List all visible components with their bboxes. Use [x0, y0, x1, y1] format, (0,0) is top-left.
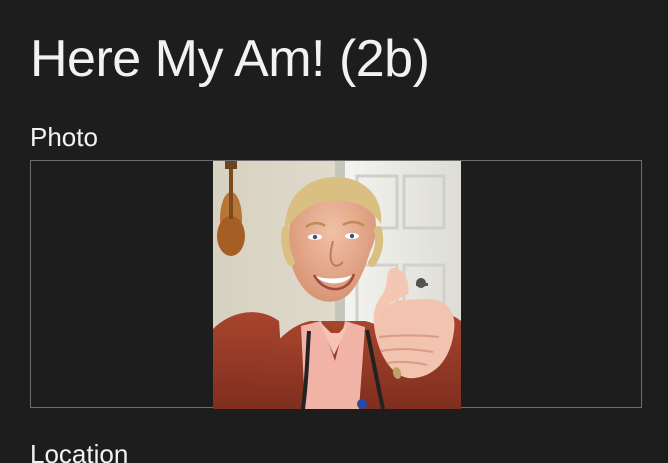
captured-photo[interactable] [213, 161, 461, 409]
photo-frame[interactable] [30, 160, 642, 409]
page-title: Here My Am! (2b) [30, 30, 430, 88]
photo-section-label: Photo [30, 122, 98, 152]
location-section-label: Location [30, 439, 129, 463]
app-window: Here My Am! (2b) Photo Location [0, 0, 668, 463]
photo-illustration [213, 161, 461, 409]
